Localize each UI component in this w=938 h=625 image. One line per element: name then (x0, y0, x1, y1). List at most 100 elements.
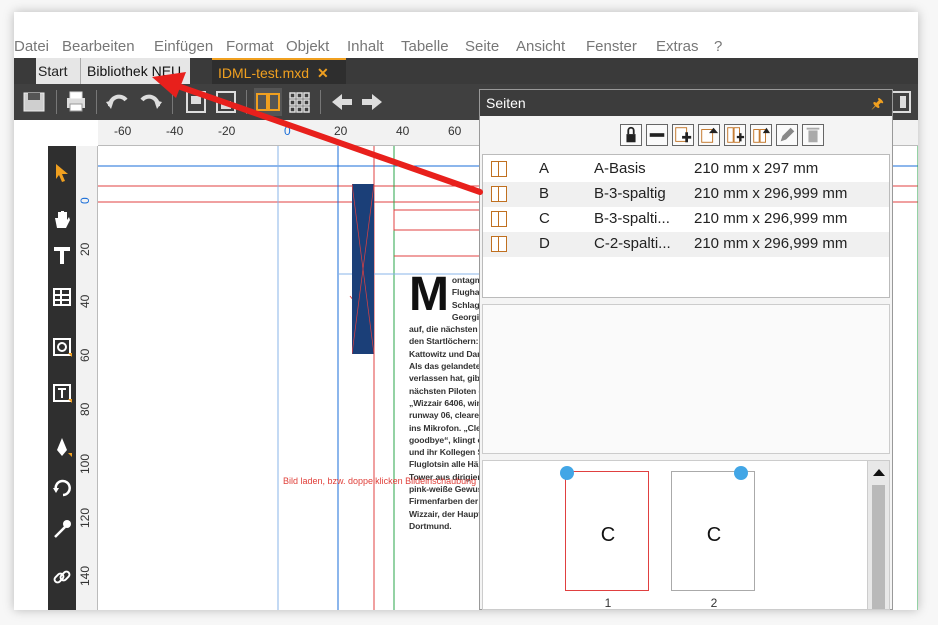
page-master-label: C (600, 524, 616, 546)
close-tab-icon[interactable]: ✕ (317, 65, 329, 81)
link-tool-icon[interactable] (51, 566, 73, 588)
menu-fenster[interactable]: Fenster (586, 38, 637, 55)
scroll-up-icon[interactable] (873, 469, 885, 476)
page-number: 1 (604, 596, 612, 610)
master-row-c[interactable]: C B-3-spalti... 210 mm x 296,999 mm (483, 207, 889, 232)
selection-arrow-icon[interactable] (51, 162, 73, 184)
ruler-label: 80 (78, 402, 92, 416)
frame-cross-icon (351, 183, 375, 355)
ruler-label: 40 (396, 124, 410, 138)
lock-icon[interactable] (620, 124, 642, 146)
pages-panel-divider-area (482, 304, 890, 454)
tab-bibliothek[interactable]: Bibliothek NEU (80, 58, 190, 84)
image-caption: Bild laden, bzw. doppelklicken Bildeinsc… (283, 476, 477, 486)
redo-icon[interactable] (136, 88, 164, 116)
pen-tool-icon[interactable] (51, 436, 73, 458)
tab-bibliothek-label: Bibliothek NEU (87, 63, 182, 79)
toolbar-divider (172, 90, 173, 114)
ruler-label-zero: 0 (284, 124, 291, 138)
menu-tabelle[interactable]: Tabelle (401, 38, 449, 55)
page-thumbnail-1[interactable]: C 1 (560, 466, 649, 610)
menu-datei[interactable]: Datei (14, 38, 49, 55)
master-name: B-3-spalti... (594, 210, 670, 227)
print-icon[interactable] (62, 88, 90, 116)
menu-inhalt[interactable]: Inhalt (347, 38, 384, 55)
table-tool-icon[interactable] (51, 286, 73, 308)
master-letter: B (539, 185, 550, 202)
master-size: 210 mm x 296,999 mm (694, 235, 848, 252)
undo-icon[interactable] (104, 88, 132, 116)
scrollbar-thumb[interactable] (872, 485, 885, 609)
menu-objekt[interactable]: Objekt (286, 38, 329, 55)
master-pages-list: A A-Basis 210 mm x 297 mm B B-3-spaltig … (482, 154, 890, 298)
image-frame-tool-icon[interactable] (51, 336, 73, 358)
page-view-icon[interactable] (182, 88, 210, 116)
tab-idml-label: IDML-test.mxd (218, 65, 310, 81)
grid-view-icon[interactable] (286, 88, 314, 116)
add-page-icon[interactable] (672, 124, 694, 146)
ruler-label: 140 (78, 565, 92, 586)
arrow-right-icon[interactable] (358, 88, 386, 116)
menu-ansicht[interactable]: Ansicht (516, 38, 565, 55)
master-size: 210 mm x 296,999 mm (694, 210, 848, 227)
move-spread-up-icon[interactable] (750, 124, 772, 146)
master-row-d[interactable]: D C-2-spalti... 210 mm x 296,999 mm (483, 232, 889, 257)
page-status-dot (560, 466, 574, 480)
move-page-up-icon[interactable] (698, 124, 720, 146)
master-size: 210 mm x 296,999 mm (694, 185, 848, 202)
master-page-icon (491, 186, 507, 202)
page-thumbnail-2[interactable]: C 2 (671, 466, 755, 610)
menu-bearbeiten[interactable]: Bearbeiten (62, 38, 135, 55)
eyedropper-tool-icon[interactable] (51, 518, 73, 540)
menu-format[interactable]: Format (226, 38, 274, 55)
page-status-dot (734, 466, 748, 480)
page-thumbnails: C 1 C 2 (482, 460, 890, 610)
master-row-a[interactable]: A A-Basis 210 mm x 297 mm (483, 157, 889, 182)
edit-pencil-icon[interactable] (776, 124, 798, 146)
pin-icon[interactable]: 🖈 (871, 90, 884, 116)
master-name: C-2-spalti... (594, 235, 671, 252)
pages-panel-title: Seiten (486, 95, 526, 111)
insert-page-icon[interactable] (724, 124, 746, 146)
master-name: B-3-spaltig (594, 185, 666, 202)
ruler-label: 100 (78, 453, 92, 474)
menu-einfuegen[interactable]: Einfügen (154, 38, 213, 55)
remove-page-icon[interactable] (646, 124, 668, 146)
page-number: 2 (710, 596, 718, 610)
tab-start-label: Start (38, 63, 68, 79)
master-letter: C (539, 210, 550, 227)
master-page-icon[interactable] (212, 88, 240, 116)
menu-help[interactable]: ? (714, 38, 722, 55)
tab-idml-test[interactable]: IDML-test.mxd ✕ (212, 58, 346, 84)
save-icon[interactable] (20, 88, 48, 116)
pages-panel-toolbar (480, 116, 892, 154)
master-size: 210 mm x 297 mm (694, 160, 819, 177)
toolbar-divider (56, 90, 57, 114)
master-row-b[interactable]: B B-3-spaltig 210 mm x 296,999 mm (483, 182, 889, 207)
rotate-tool-icon[interactable] (51, 476, 73, 498)
ruler-label: -60 (114, 124, 132, 138)
master-page-icon (491, 161, 507, 177)
ruler-label: -20 (218, 124, 236, 138)
ruler-label: 60 (78, 348, 92, 362)
image-frame-placeholder[interactable] (351, 183, 375, 355)
thumbnails-scrollbar[interactable] (867, 461, 889, 609)
menu-seite[interactable]: Seite (465, 38, 499, 55)
page-master-label: C (706, 524, 722, 546)
tool-palette (48, 146, 76, 610)
text-tool-icon[interactable] (51, 244, 73, 266)
spread-view-icon[interactable] (254, 88, 282, 116)
tab-start[interactable]: Start (36, 58, 80, 84)
ruler-label-zero: 0 (78, 197, 92, 204)
text-frame-tool-icon[interactable] (51, 382, 73, 404)
master-page-icon (491, 236, 507, 252)
drop-cap: M (409, 268, 449, 321)
menu-extras[interactable]: Extras (656, 38, 699, 55)
ruler-label: -40 (166, 124, 184, 138)
arrow-left-icon[interactable] (328, 88, 356, 116)
master-page-icon (491, 211, 507, 227)
toolbar-divider (96, 90, 97, 114)
delete-trash-icon[interactable] (802, 124, 824, 146)
ruler-label: 20 (334, 124, 348, 138)
hand-tool-icon[interactable] (51, 208, 73, 230)
